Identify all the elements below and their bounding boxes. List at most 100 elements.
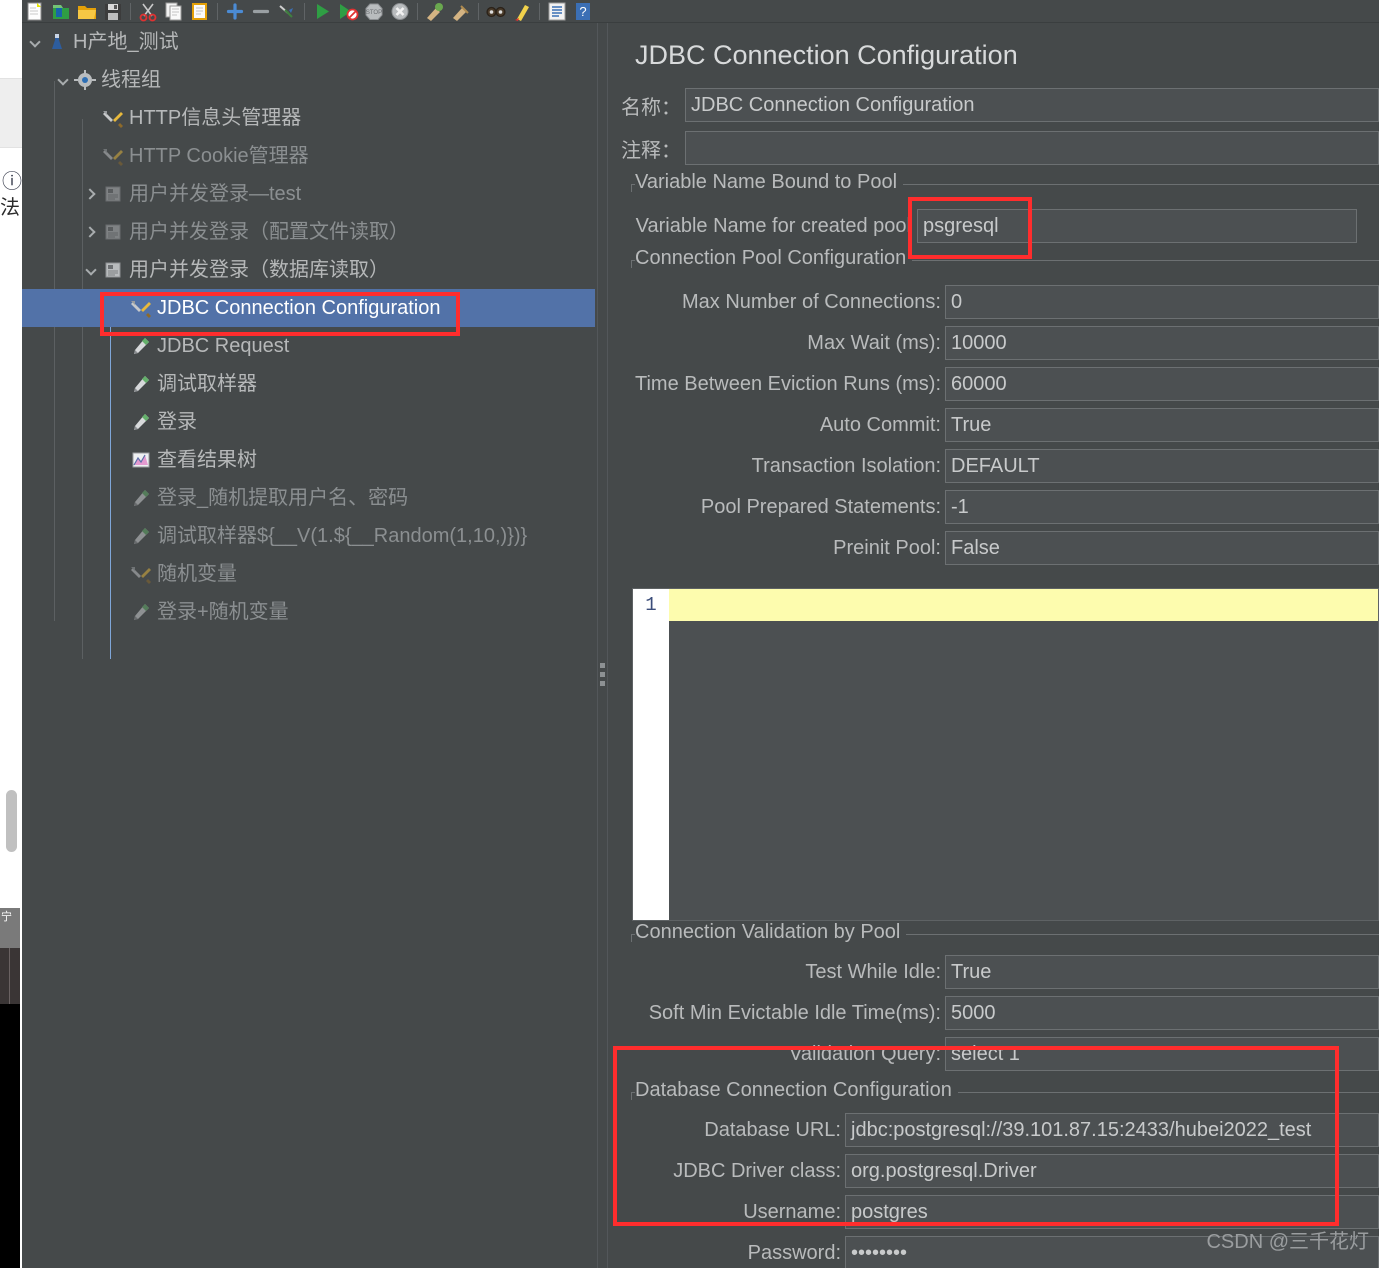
- field-label: Preinit Pool:: [833, 536, 941, 559]
- comment-row: 注释：: [611, 131, 1379, 165]
- clear-icon[interactable]: [424, 1, 446, 22]
- tree-node[interactable]: 登录: [22, 403, 595, 441]
- field-input[interactable]: 10000: [945, 326, 1379, 360]
- tree-node[interactable]: 调试取样器${__V(1.${__Random(1,10,)})}: [22, 517, 595, 555]
- tree-node[interactable]: 用户并发登录（数据库读取）: [22, 251, 595, 289]
- config-field-row: Database URL: jdbc:postgresql://39.101.87…: [611, 1113, 1379, 1147]
- editor-current-line-highlight: [669, 589, 1378, 621]
- config-icon: [102, 146, 124, 166]
- tree-node[interactable]: 查看结果树: [22, 441, 595, 479]
- field-input[interactable]: True: [945, 955, 1379, 989]
- toggle-icon[interactable]: [276, 1, 298, 22]
- tree-node-label: H产地_测试: [73, 31, 179, 53]
- field-label: Validation Query:: [789, 1042, 941, 1065]
- background-tab[interactable]: 宁: [0, 908, 20, 948]
- config-field-row: Max Wait (ms): 10000: [611, 326, 1379, 360]
- config-field-row: Preinit Pool: False: [611, 531, 1379, 565]
- field-input[interactable]: True: [945, 408, 1379, 442]
- help-icon[interactable]: ?: [572, 1, 594, 22]
- background-black-strip: [0, 1004, 20, 1268]
- field-label: Max Wait (ms):: [807, 331, 941, 354]
- shutdown-icon[interactable]: [389, 1, 411, 22]
- panel-splitter[interactable]: [595, 23, 611, 1268]
- field-input[interactable]: select 1: [945, 1037, 1379, 1071]
- tree-node[interactable]: H产地_测试: [22, 23, 595, 61]
- tree-node-label: HTTP信息头管理器: [129, 107, 302, 129]
- splitter-grip[interactable]: [600, 663, 605, 690]
- paste-icon[interactable]: [189, 1, 211, 22]
- save-icon[interactable]: [102, 1, 124, 22]
- tree-node[interactable]: HTTP Cookie管理器: [22, 137, 595, 175]
- tree-node[interactable]: 调试取样器: [22, 365, 595, 403]
- toolbar-separator: [539, 2, 540, 20]
- copy-icon[interactable]: [163, 1, 185, 22]
- chevron-down-icon[interactable]: [84, 262, 100, 278]
- svg-text:?: ?: [579, 4, 586, 19]
- test-plan-icon: [46, 32, 68, 52]
- page-title: JDBC Connection Configuration: [635, 40, 1018, 70]
- tree-node[interactable]: JDBC Connection Configuration: [22, 289, 595, 327]
- tree-node[interactable]: HTTP信息头管理器: [22, 99, 595, 137]
- test-plan-tree[interactable]: H产地_测试线程组 HTTP信息头管理器 HTTP Cookie管理器 用户并发登录—…: [22, 23, 595, 1268]
- thread-group-icon: [74, 70, 96, 90]
- clear-all-icon[interactable]: [450, 1, 472, 22]
- field-label: Auto Commit:: [819, 413, 941, 436]
- pool-variable-label: Variable Name for created pool: [635, 214, 911, 237]
- chevron-down-icon[interactable]: [28, 34, 44, 50]
- tree-node[interactable]: 登录_随机提取用户名、密码: [22, 479, 595, 517]
- config-icon: [130, 564, 152, 584]
- search-icon[interactable]: [485, 1, 507, 22]
- field-input[interactable]: postgres: [845, 1195, 1379, 1229]
- comment-input[interactable]: [685, 131, 1379, 165]
- tree-node[interactable]: 登录+随机变量: [22, 593, 595, 631]
- field-input[interactable]: org.postgresql.Driver: [845, 1154, 1379, 1188]
- editor-text-area[interactable]: [669, 589, 1378, 920]
- group-variable-name-bound: Variable Name Bound to Pool: [611, 171, 1379, 197]
- field-input[interactable]: jdbc:postgresql://39.101.87.15:2433/hube…: [845, 1113, 1379, 1147]
- background-scrollbar-thumb[interactable]: [6, 790, 17, 852]
- tree-node[interactable]: 用户并发登录—test: [22, 175, 595, 213]
- config-field-row: Soft Min Evictable Idle Time(ms): 5000: [611, 996, 1379, 1030]
- collapse-all-icon[interactable]: [250, 1, 272, 22]
- tree-node-label: 登录+随机变量: [157, 601, 289, 623]
- start-no-pauses-icon[interactable]: [337, 1, 359, 22]
- reset-search-icon[interactable]: [511, 1, 533, 22]
- tree-node[interactable]: JDBC Request: [22, 327, 595, 365]
- toolbar-separator: [304, 2, 305, 20]
- open-icon[interactable]: [76, 1, 98, 22]
- start-icon[interactable]: [311, 1, 333, 22]
- chevron-down-icon[interactable]: [56, 72, 72, 88]
- pool-variable-input[interactable]: psgresql: [917, 209, 1357, 243]
- tree-node[interactable]: 用户并发登录（配置文件读取）: [22, 213, 595, 251]
- tree-node-label: 随机变量: [157, 563, 237, 585]
- name-input[interactable]: JDBC Connection Configuration: [685, 88, 1379, 122]
- tree-node[interactable]: 随机变量: [22, 555, 595, 593]
- question-mark-icon: ⓘ: [2, 171, 22, 193]
- function-helper-icon[interactable]: [546, 1, 568, 22]
- config-field-row: Username: postgres: [611, 1195, 1379, 1229]
- field-input[interactable]: 5000: [945, 996, 1379, 1030]
- field-input[interactable]: -1: [945, 490, 1379, 524]
- new-icon[interactable]: [24, 1, 46, 22]
- field-input[interactable]: False: [945, 531, 1379, 565]
- chevron-right-icon[interactable]: [84, 186, 100, 202]
- expand-all-icon[interactable]: [224, 1, 246, 22]
- field-input[interactable]: DEFAULT: [945, 449, 1379, 483]
- sampler-icon: [130, 488, 152, 508]
- tree-node[interactable]: 线程组: [22, 61, 595, 99]
- tree-node-label: 用户并发登录（配置文件读取）: [129, 221, 409, 243]
- stop-icon[interactable]: STOP: [363, 1, 385, 22]
- field-label: JDBC Driver class:: [673, 1159, 841, 1182]
- init-sql-editor[interactable]: 1: [632, 588, 1379, 921]
- group-title: Connection Pool Configuration: [635, 247, 913, 270]
- field-input[interactable]: 0: [945, 285, 1379, 319]
- chevron-right-icon[interactable]: [84, 224, 100, 240]
- field-input[interactable]: 60000: [945, 367, 1379, 401]
- templates-icon[interactable]: [50, 1, 72, 22]
- cut-icon[interactable]: [137, 1, 159, 22]
- config-field-row: Transaction Isolation: DEFAULT: [611, 449, 1379, 483]
